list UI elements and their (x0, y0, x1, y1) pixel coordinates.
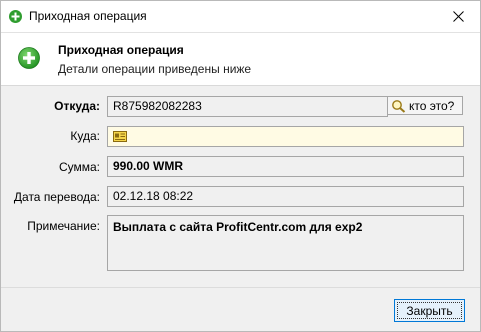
window-title: Приходная операция (29, 9, 147, 23)
to-field[interactable] (107, 126, 464, 147)
magnifier-icon (391, 99, 406, 113)
from-label: Откуда: (54, 99, 100, 113)
note-label: Примечание: (27, 219, 100, 233)
amount-field[interactable]: 990.00 WMR (107, 156, 464, 177)
dialog-header: Приходная операция Детали операции приве… (1, 33, 480, 86)
purse-card-icon (113, 131, 127, 142)
note-field[interactable]: Выплата с сайта ProfitCentr.com для exp2 (107, 215, 464, 271)
footer-divider (1, 287, 480, 288)
close-button[interactable]: Закрыть (394, 299, 465, 322)
app-plus-icon (9, 10, 22, 23)
whois-button[interactable]: кто это? (387, 96, 463, 115)
to-label: Куда: (70, 129, 100, 143)
dialog-window: Приходная операция Приходная операция Де… (0, 0, 481, 332)
title-bar: Приходная операция (1, 1, 480, 33)
date-label: Дата перевода: (13, 190, 100, 204)
header-subtitle: Детали операции приведены ниже (58, 62, 252, 76)
amount-label: Сумма: (58, 160, 100, 174)
from-field[interactable]: R875982082283 (107, 96, 388, 117)
window-close-button[interactable] (436, 1, 480, 32)
close-icon (452, 11, 464, 22)
date-field[interactable]: 02.12.18 08:22 (107, 186, 464, 207)
plus-circle-icon (18, 47, 40, 69)
whois-label: кто это? (409, 98, 455, 113)
header-title: Приходная операция (58, 43, 184, 57)
